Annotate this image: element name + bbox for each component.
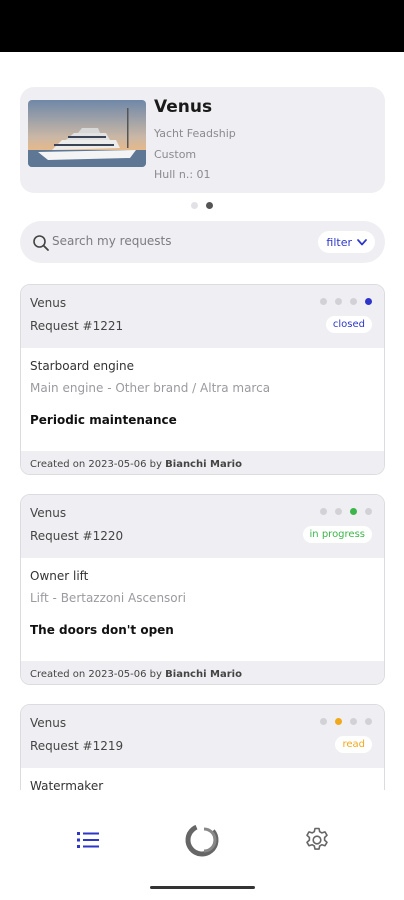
status-dot bbox=[365, 718, 372, 725]
status-dot bbox=[365, 508, 372, 515]
status-dot bbox=[350, 508, 357, 515]
filter-button[interactable]: filter bbox=[318, 231, 375, 253]
request-title: Periodic maintenance bbox=[30, 413, 177, 427]
nav-home-tab[interactable] bbox=[182, 822, 222, 858]
request-component: Starboard engine bbox=[30, 359, 135, 373]
request-number: Request #1219 bbox=[30, 739, 124, 753]
vessel-hull: Hull n.: 01 bbox=[154, 168, 211, 181]
request-title: The doors don't open bbox=[30, 623, 174, 637]
vessel-type: Custom bbox=[154, 148, 197, 161]
status-dot bbox=[350, 718, 357, 725]
search-icon bbox=[33, 235, 49, 251]
created-by: Bianchi Mario bbox=[165, 459, 242, 470]
status-badge: closed bbox=[325, 316, 372, 333]
request-created-info: Created on 2023-05-06 by Bianchi Mario bbox=[21, 661, 384, 684]
request-vessel: Venus bbox=[30, 506, 67, 520]
status-progress bbox=[320, 298, 372, 305]
status-dot bbox=[350, 298, 357, 305]
status-badge: in progress bbox=[302, 526, 372, 543]
request-number: Request #1221 bbox=[30, 319, 124, 333]
chevron-down-icon bbox=[357, 238, 367, 245]
status-badge: read bbox=[335, 736, 372, 753]
list-icon bbox=[77, 832, 99, 848]
request-card[interactable]: Venus Request #1220 in progress Owner li… bbox=[20, 494, 385, 685]
logo-icon bbox=[185, 823, 219, 857]
pager-dot-active[interactable] bbox=[206, 202, 213, 209]
vessel-photo bbox=[28, 100, 146, 167]
request-created-info: Created on 2023-05-06 by Bianchi Mario bbox=[21, 451, 384, 474]
nav-requests-tab[interactable] bbox=[68, 822, 108, 858]
status-dot bbox=[320, 718, 327, 725]
created-by: Bianchi Mario bbox=[165, 669, 242, 680]
status-progress bbox=[320, 508, 372, 515]
filter-label: filter bbox=[326, 235, 352, 249]
request-vessel: Venus bbox=[30, 716, 67, 730]
bottom-nav bbox=[0, 794, 404, 900]
status-dot bbox=[335, 718, 342, 725]
request-component-detail: Lift - Bertazzoni Ascensori bbox=[30, 591, 186, 605]
status-dot bbox=[335, 508, 342, 515]
status-dot bbox=[335, 298, 342, 305]
vessel-model: Yacht Feadship bbox=[154, 127, 236, 140]
request-component: Owner lift bbox=[30, 569, 89, 583]
created-prefix: Created on 2023-05-06 by bbox=[30, 669, 166, 680]
gear-icon bbox=[306, 827, 328, 850]
created-prefix: Created on 2023-05-06 by bbox=[30, 459, 166, 470]
vessel-card[interactable]: Venus Yacht Feadship Custom Hull n.: 01 bbox=[20, 87, 385, 193]
pager-dot[interactable] bbox=[191, 202, 198, 209]
status-dot bbox=[320, 298, 327, 305]
search-input[interactable]: Search my requests bbox=[52, 234, 172, 248]
status-dot bbox=[365, 298, 372, 305]
carousel-pager bbox=[0, 202, 404, 209]
request-vessel: Venus bbox=[30, 296, 67, 310]
status-bar bbox=[0, 0, 404, 52]
request-number: Request #1220 bbox=[30, 529, 124, 543]
nav-settings-tab[interactable] bbox=[297, 822, 337, 858]
vessel-name: Venus bbox=[154, 97, 213, 117]
status-dot bbox=[320, 508, 327, 515]
request-card[interactable]: Venus Request #1221 closed Starboard eng… bbox=[20, 284, 385, 475]
request-component-detail: Main engine - Other brand / Altra marca bbox=[30, 381, 271, 395]
status-progress bbox=[320, 718, 372, 725]
search-bar[interactable]: Search my requests filter bbox=[20, 221, 385, 263]
home-indicator[interactable] bbox=[150, 886, 255, 889]
